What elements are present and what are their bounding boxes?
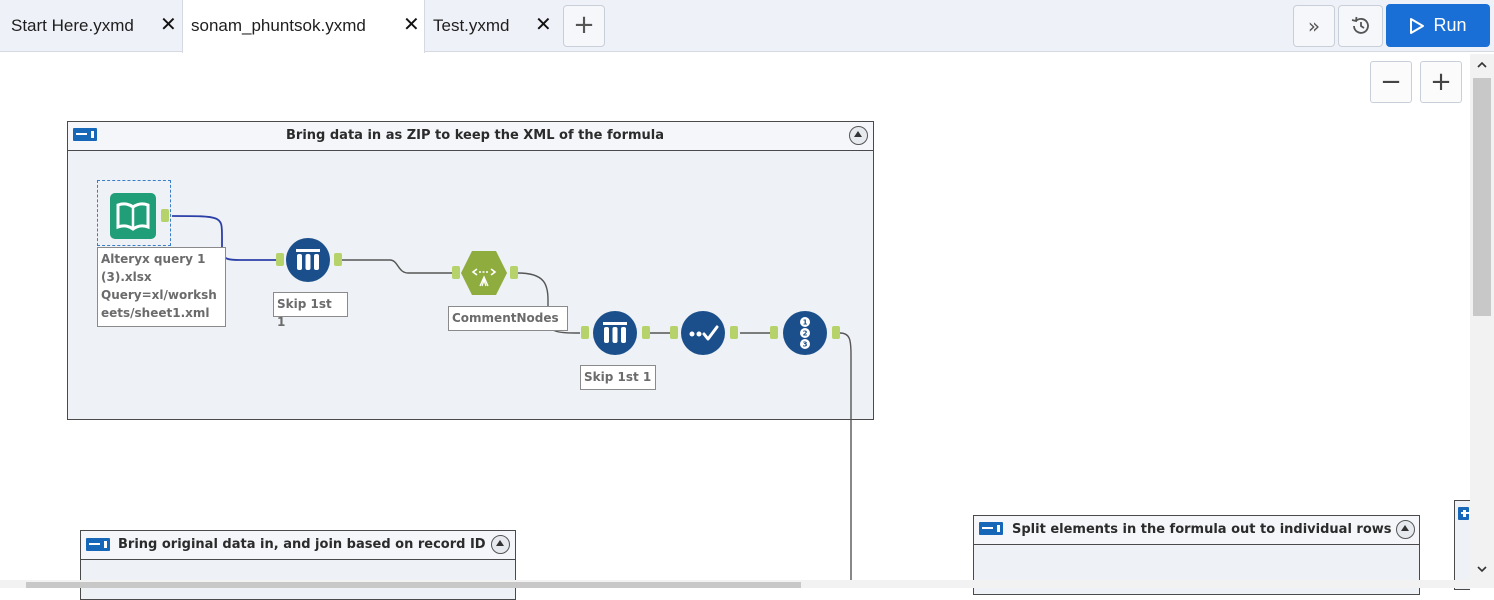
sample-tool-icon[interactable] bbox=[285, 237, 331, 283]
svg-text:1: 1 bbox=[803, 319, 808, 327]
input-tool[interactable] bbox=[97, 180, 171, 246]
vertical-scrollbar[interactable] bbox=[1470, 54, 1494, 588]
input-anchor[interactable] bbox=[581, 326, 589, 339]
output-anchor[interactable] bbox=[334, 253, 342, 266]
annotation-line: Query=xl/worksh bbox=[101, 288, 217, 302]
input-anchor[interactable] bbox=[452, 266, 460, 279]
output-anchor[interactable] bbox=[832, 326, 840, 339]
output-anchor[interactable] bbox=[161, 209, 169, 222]
scroll-thumb[interactable] bbox=[1473, 78, 1491, 316]
chevron-down-icon[interactable] bbox=[1476, 564, 1488, 574]
annotation-line: eets/sheet1.xml bbox=[101, 306, 210, 320]
select-tool-icon[interactable] bbox=[680, 310, 726, 356]
scroll-thumb[interactable] bbox=[26, 582, 801, 588]
skip-annotation: Skip 1st 1 bbox=[273, 292, 348, 329]
connection-skip-xml bbox=[342, 259, 456, 274]
commentnodes-annotation: CommentNodes bbox=[448, 306, 568, 331]
input-anchor[interactable] bbox=[670, 326, 678, 339]
input-anchor[interactable] bbox=[276, 253, 284, 266]
output-anchor[interactable] bbox=[730, 326, 738, 339]
sample-tool-icon[interactable] bbox=[592, 310, 638, 356]
connection-recordid-down bbox=[839, 332, 852, 588]
annotation-line: (3).xlsx bbox=[101, 270, 152, 284]
input-anchor[interactable] bbox=[770, 326, 778, 339]
output-anchor[interactable] bbox=[642, 326, 650, 339]
horizontal-scrollbar[interactable] bbox=[0, 580, 1470, 588]
skip-annotation: Skip 1st 1 bbox=[580, 365, 656, 390]
chevron-up-icon[interactable] bbox=[1476, 60, 1488, 70]
input-annotation: Alteryx query 1 (3).xlsx Query=xl/worksh… bbox=[97, 247, 226, 327]
book-input-icon bbox=[110, 193, 156, 239]
svg-text:2: 2 bbox=[803, 330, 808, 338]
record-id-icon[interactable]: 1 2 3 bbox=[782, 310, 828, 356]
output-anchor[interactable] bbox=[510, 266, 518, 279]
svg-text:3: 3 bbox=[803, 341, 808, 349]
annotation-line: Alteryx query 1 bbox=[101, 252, 206, 266]
xml-parse-icon[interactable] bbox=[460, 250, 508, 296]
